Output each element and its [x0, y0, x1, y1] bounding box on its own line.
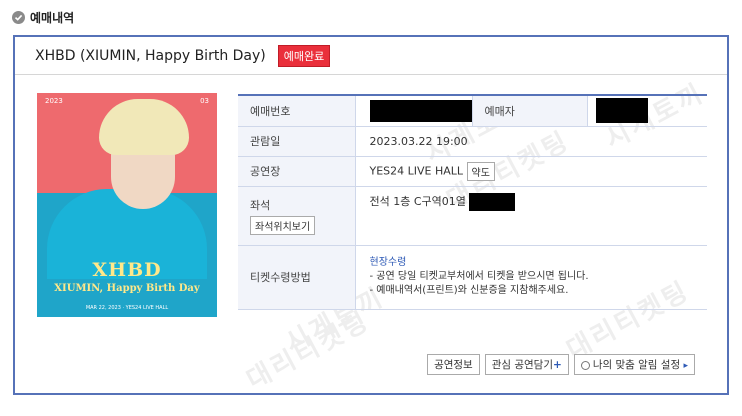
table-row: 예매번호 예매자 [238, 95, 707, 127]
poster-year: 2023 [45, 97, 63, 105]
action-buttons: 공연정보 관심 공연담기+ 나의 맞춤 알림 설정 ▸ [427, 354, 695, 375]
check-circle-icon [12, 11, 25, 24]
venue-value: YES24 LIVE HALL 약도 [355, 156, 707, 187]
performance-title: XHBD (XIUMIN, Happy Birth Day) [35, 47, 266, 64]
ticket-method-link[interactable]: 현장수령 [370, 256, 708, 270]
seat-label-cell: 좌석 좌석위치보기 [238, 186, 356, 246]
booking-number-label: 예매번호 [238, 95, 356, 127]
ticket-method-value: 현장수령 - 공연 당일 티켓교부처에서 티켓을 받으시면 됩니다. - 예매내… [355, 245, 708, 310]
poster-figure [99, 99, 189, 155]
add-interest-label: 관심 공연담기 [491, 359, 554, 371]
table-row: 관람일 2023.03.22 19:00 [238, 126, 707, 157]
seat-value: 전석 1층 C구역01열 [355, 186, 707, 246]
ticket-method-label: 티켓수령방법 [238, 245, 356, 310]
table-row: 좌석 좌석위치보기 전석 1층 C구역01열 [238, 186, 707, 246]
date-value: 2023.03.22 19:00 [355, 126, 707, 157]
booker-label: 예매자 [471, 95, 588, 127]
redacted-block [469, 192, 516, 211]
seat-text: 전석 1층 C구역01열 [369, 194, 466, 208]
ticket-note: - 예매내역서(프린트)와 신분증을 지참해주세요. [369, 285, 569, 296]
venue-name: YES24 LIVE HALL [369, 164, 464, 177]
booking-number-value [355, 95, 472, 127]
status-badge: 예매완료 [277, 44, 331, 67]
date-label: 관람일 [238, 126, 356, 157]
alarm-setting-label: 나의 맞춤 알림 설정 [592, 359, 681, 371]
performance-poster[interactable]: 2023 03 XHBD XIUMIN, Happy Birth Day MAR… [37, 93, 217, 317]
booker-value [587, 95, 707, 127]
alarm-setting-button[interactable]: 나의 맞춤 알림 설정 ▸ [573, 354, 695, 375]
section-title-text: 예매내역 [30, 11, 75, 25]
add-interest-button[interactable]: 관심 공연담기+ [484, 354, 569, 375]
redacted-block [369, 99, 472, 122]
redacted-block [595, 98, 648, 124]
section-title: 예매내역 [12, 9, 74, 26]
chevron-right-icon: ▸ [683, 361, 688, 371]
map-button[interactable]: 약도 [466, 161, 495, 181]
ticket-note: - 공연 당일 티켓교부처에서 티켓을 받으시면 됩니다. [369, 271, 589, 282]
plus-icon: + [553, 359, 562, 371]
performance-info-button[interactable]: 공연정보 [427, 354, 480, 375]
table-row: 공연장 YES24 LIVE HALL 약도 [238, 156, 707, 187]
reservation-card: XHBD (XIUMIN, Happy Birth Day) 예매완료 2023… [13, 35, 729, 395]
performance-info-label: 공연정보 [434, 359, 473, 371]
reservation-details-table: 예매번호 예매자 관람일 2023.03.22 19:00 공연장 YES24 … [238, 94, 707, 310]
seat-view-button[interactable]: 좌석위치보기 [250, 215, 316, 235]
reservation-header: XHBD (XIUMIN, Happy Birth Day) 예매완료 [15, 37, 727, 75]
poster-footer: MAR 22, 2023 · YES24 LIVE HALL [85, 305, 169, 311]
alarm-clock-icon [580, 360, 590, 370]
table-row: 티켓수령방법 현장수령 - 공연 당일 티켓교부처에서 티켓을 받으시면 됩니다… [238, 245, 708, 310]
venue-label: 공연장 [238, 156, 356, 187]
poster-logo: XHBD [92, 259, 162, 281]
seat-label: 좌석 [250, 198, 271, 212]
poster-corner: 03 [200, 97, 209, 105]
poster-subtitle: XIUMIN, Happy Birth Day [54, 283, 200, 294]
